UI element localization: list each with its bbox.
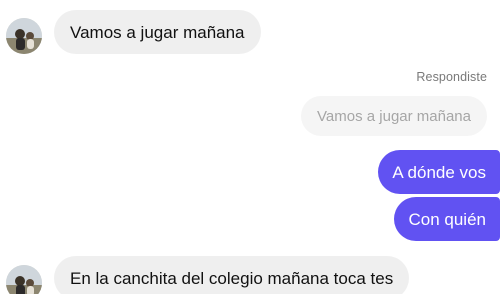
outgoing-message-bubble[interactable]: Con quién bbox=[394, 197, 500, 241]
incoming-message-bubble[interactable]: En la canchita del colegio mañana toca t… bbox=[54, 256, 410, 294]
sender-avatar[interactable] bbox=[6, 18, 42, 54]
quoted-message-text: Vamos a jugar mañana bbox=[317, 107, 471, 125]
chat-thread: Vamos a jugar mañana Respondiste Vamos a… bbox=[0, 0, 500, 294]
message-text: En la canchita del colegio mañana toca t… bbox=[70, 268, 394, 288]
quoted-message-bubble[interactable]: Vamos a jugar mañana bbox=[301, 96, 487, 136]
message-text: Vamos a jugar mañana bbox=[70, 22, 245, 42]
avatar-photo-icon bbox=[6, 265, 42, 294]
reply-label: Respondiste bbox=[416, 70, 487, 84]
avatar-photo-icon bbox=[6, 18, 42, 54]
outgoing-message-bubble[interactable]: A dónde vos bbox=[378, 150, 500, 194]
message-text: A dónde vos bbox=[392, 162, 486, 182]
incoming-message-bubble[interactable]: Vamos a jugar mañana bbox=[54, 10, 261, 54]
message-text: Con quién bbox=[408, 209, 486, 229]
sender-avatar[interactable] bbox=[6, 265, 42, 294]
